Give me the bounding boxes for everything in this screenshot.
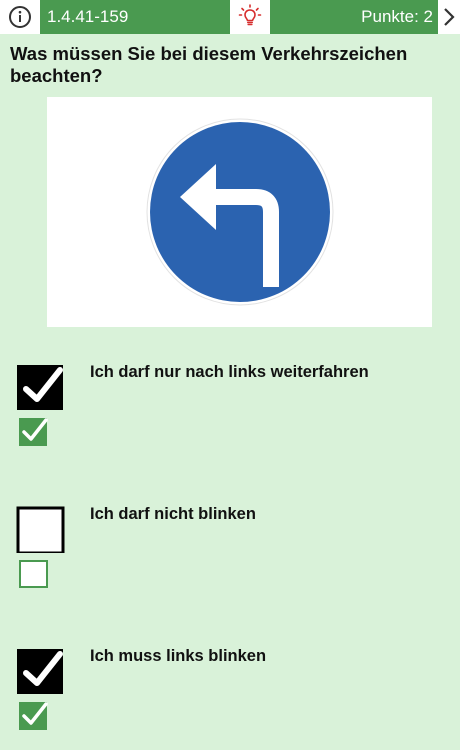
solution-check-correct-icon [19, 418, 48, 446]
answer-label-2: Ich darf nicht blinken [90, 505, 256, 523]
sign-image-panel [47, 97, 432, 327]
next-button[interactable] [438, 0, 460, 34]
lightbulb-icon [238, 4, 262, 26]
answer-option-3[interactable]: Ich muss links blinken [0, 645, 460, 745]
chevron-right-icon [444, 8, 455, 26]
info-circle-icon [9, 6, 31, 28]
answer-option-1[interactable]: Ich darf nur nach links weiterfahren [0, 361, 460, 461]
hint-button[interactable] [230, 0, 270, 34]
answer-checkbox-unchecked-icon[interactable] [16, 503, 66, 553]
mandatory-turn-left-sign-icon [146, 118, 333, 306]
solution-check-empty-icon [19, 560, 48, 588]
answer-checkbox-checked-icon[interactable] [16, 361, 66, 411]
answer-label-3: Ich muss links blinken [90, 647, 267, 665]
question-text: Was müssen Sie bei diesem Verkehrszeiche… [10, 43, 408, 86]
info-button[interactable] [0, 0, 40, 34]
answer-checkbox-checked-icon[interactable] [16, 645, 66, 695]
answer-label-1: Ich darf nur nach links weiterfahren [90, 363, 369, 381]
score-label: Punkte: 2 [270, 0, 438, 34]
answer-option-2[interactable]: Ich darf nicht blinken [0, 503, 460, 603]
top-bar: 1.4.41-159 Punkte: 2 [0, 0, 460, 34]
solution-check-correct-icon [19, 702, 48, 730]
question-id: 1.4.41-159 [40, 0, 230, 34]
